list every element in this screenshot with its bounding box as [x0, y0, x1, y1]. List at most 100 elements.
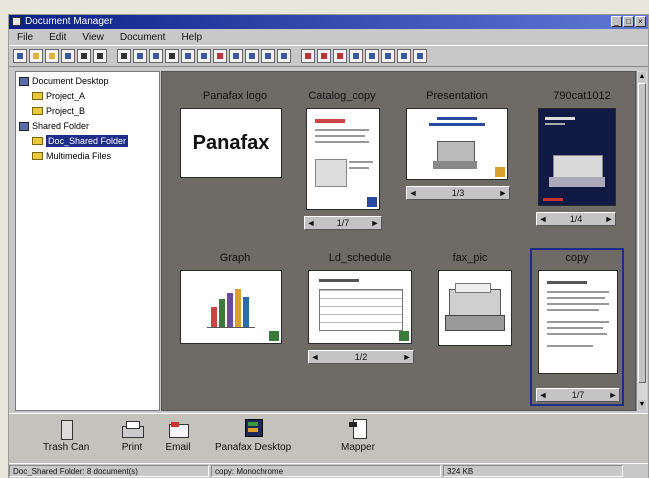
print-preview-icon[interactable]: [93, 49, 107, 63]
close-button[interactable]: ×: [635, 16, 646, 27]
next-page-button[interactable]: ►: [603, 213, 615, 225]
properties-icon[interactable]: [413, 49, 427, 63]
page-prev-icon[interactable]: [261, 49, 275, 63]
page-first-icon[interactable]: [245, 49, 259, 63]
status-size: 324 KB: [443, 465, 623, 477]
folder-tree: Document Desktop Project_A Project_B Sha…: [15, 71, 160, 411]
pager-presentation: ◄ 1/3 ►: [406, 186, 510, 200]
scroll-down-icon[interactable]: ▼: [638, 400, 646, 410]
mapper-button[interactable]: Mapper: [341, 418, 375, 453]
folder-up-icon[interactable]: [45, 49, 59, 63]
thumbnails-icon[interactable]: [197, 49, 211, 63]
status-bar: Doc_Shared Folder: 8 document(s) copy: M…: [9, 463, 648, 478]
menu-file[interactable]: File: [9, 32, 41, 43]
next-page-button[interactable]: ►: [607, 389, 619, 401]
vertical-scrollbar[interactable]: ▲ ▼: [636, 71, 647, 411]
next-page-button[interactable]: ►: [497, 187, 509, 199]
doc-thumbnail-panafax-logo[interactable]: Panafax: [180, 108, 282, 178]
open-folder-icon[interactable]: [29, 49, 43, 63]
copy-icon[interactable]: [133, 49, 147, 63]
status-folder: Doc_Shared Folder: 8 document(s): [9, 465, 209, 477]
doc-thumbnail-790cat1012[interactable]: [538, 108, 616, 206]
folder-icon: [32, 152, 43, 160]
print-icon[interactable]: [77, 49, 91, 63]
doc-thumbnail-catalog-copy[interactable]: [306, 108, 380, 210]
tree-item-project-b[interactable]: Project_B: [32, 105, 85, 117]
tree-item-multimedia-files[interactable]: Multimedia Files: [32, 150, 111, 162]
shared-folder-icon: [19, 121, 29, 131]
window-title: Document Manager: [25, 16, 113, 27]
zoom-icon[interactable]: [381, 49, 395, 63]
tree-item-document-desktop[interactable]: Document Desktop: [19, 75, 109, 87]
large-icons-icon[interactable]: [181, 49, 195, 63]
menu-help[interactable]: Help: [173, 32, 210, 43]
email-button[interactable]: Email: [165, 418, 191, 453]
print-button[interactable]: Print: [119, 418, 145, 453]
scroll-up-icon[interactable]: ▲: [638, 72, 646, 82]
menu-bar: File Edit View Document Help: [9, 29, 648, 45]
select-icon[interactable]: [165, 49, 179, 63]
prev-page-button[interactable]: ◄: [309, 351, 321, 363]
printer-icon: [119, 418, 145, 440]
folder-icon: [32, 137, 43, 145]
merge-icon[interactable]: [229, 49, 243, 63]
doc-label: 790cat1012: [553, 90, 611, 102]
minimize-button[interactable]: _: [611, 16, 622, 27]
menu-document[interactable]: Document: [112, 32, 174, 43]
action-bar: Trash Can Print Email Panafax Desktop Ma…: [9, 413, 648, 464]
tree-item-doc-shared-folder[interactable]: Doc_Shared Folder: [32, 135, 129, 147]
status-document: copy: Monochrome: [211, 465, 441, 477]
title-bar[interactable]: Document Manager _ □ ×: [9, 15, 648, 29]
highlight-icon[interactable]: [333, 49, 347, 63]
prev-page-button[interactable]: ◄: [537, 213, 549, 225]
trash-can-icon: [53, 418, 79, 440]
toolbar: [9, 45, 648, 67]
doc-thumbnail-fax-pic[interactable]: [438, 270, 512, 346]
scroll-thumb[interactable]: [638, 83, 646, 383]
cut-icon[interactable]: [117, 49, 131, 63]
annotate-icon[interactable]: [317, 49, 331, 63]
pager-ld-schedule: ◄ 1/2 ►: [308, 350, 414, 364]
delete-icon[interactable]: [213, 49, 227, 63]
mapper-icon: [345, 418, 371, 440]
trash-can-button[interactable]: Trash Can: [43, 418, 89, 453]
next-page-button[interactable]: ►: [369, 217, 381, 229]
doc-label: Catalog_copy: [308, 90, 376, 102]
desktop-icon: [19, 76, 29, 86]
save-icon[interactable]: [61, 49, 75, 63]
maximize-button[interactable]: □: [623, 16, 634, 27]
doc-label: fax_pic: [452, 252, 488, 264]
prev-page-button[interactable]: ◄: [537, 389, 549, 401]
doc-thumbnail-copy[interactable]: [538, 270, 618, 374]
doc-thumbnail-graph[interactable]: [180, 270, 282, 344]
document-view: Panafax logo Panafax Catalog_copy ◄ 1/7 …: [161, 71, 636, 411]
doc-thumbnail-ld-schedule[interactable]: [308, 270, 412, 344]
tree-item-shared-folder[interactable]: Shared Folder: [19, 120, 89, 132]
stamp-icon[interactable]: [301, 49, 315, 63]
paste-icon[interactable]: [149, 49, 163, 63]
panafax-desktop-button[interactable]: Panafax Desktop: [215, 418, 291, 453]
new-icon[interactable]: [13, 49, 27, 63]
doc-label: copy: [565, 252, 589, 264]
page-next-icon[interactable]: [277, 49, 291, 63]
folder-icon: [32, 107, 43, 115]
pager-catalog-copy: ◄ 1/7 ►: [304, 216, 382, 230]
app-icon: [12, 17, 21, 26]
pager-copy: ◄ 1/7 ►: [536, 388, 620, 402]
doc-label: Ld_schedule: [328, 252, 392, 264]
doc-label: Presentation: [426, 90, 488, 102]
menu-edit[interactable]: Edit: [41, 32, 74, 43]
send-icon[interactable]: [397, 49, 411, 63]
panafax-desktop-icon: [240, 418, 266, 440]
prev-page-button[interactable]: ◄: [407, 187, 419, 199]
tree-item-project-a[interactable]: Project_A: [32, 90, 85, 102]
next-page-button[interactable]: ►: [401, 351, 413, 363]
doc-label: Panafax logo: [202, 90, 268, 102]
menu-view[interactable]: View: [74, 32, 112, 43]
doc-thumbnail-presentation[interactable]: [406, 108, 508, 180]
prev-page-button[interactable]: ◄: [305, 217, 317, 229]
pager-790cat1012: ◄ 1/4 ►: [536, 212, 616, 226]
rotate-right-icon[interactable]: [365, 49, 379, 63]
rotate-left-icon[interactable]: [349, 49, 363, 63]
panafax-logo-text: Panafax: [192, 131, 270, 154]
